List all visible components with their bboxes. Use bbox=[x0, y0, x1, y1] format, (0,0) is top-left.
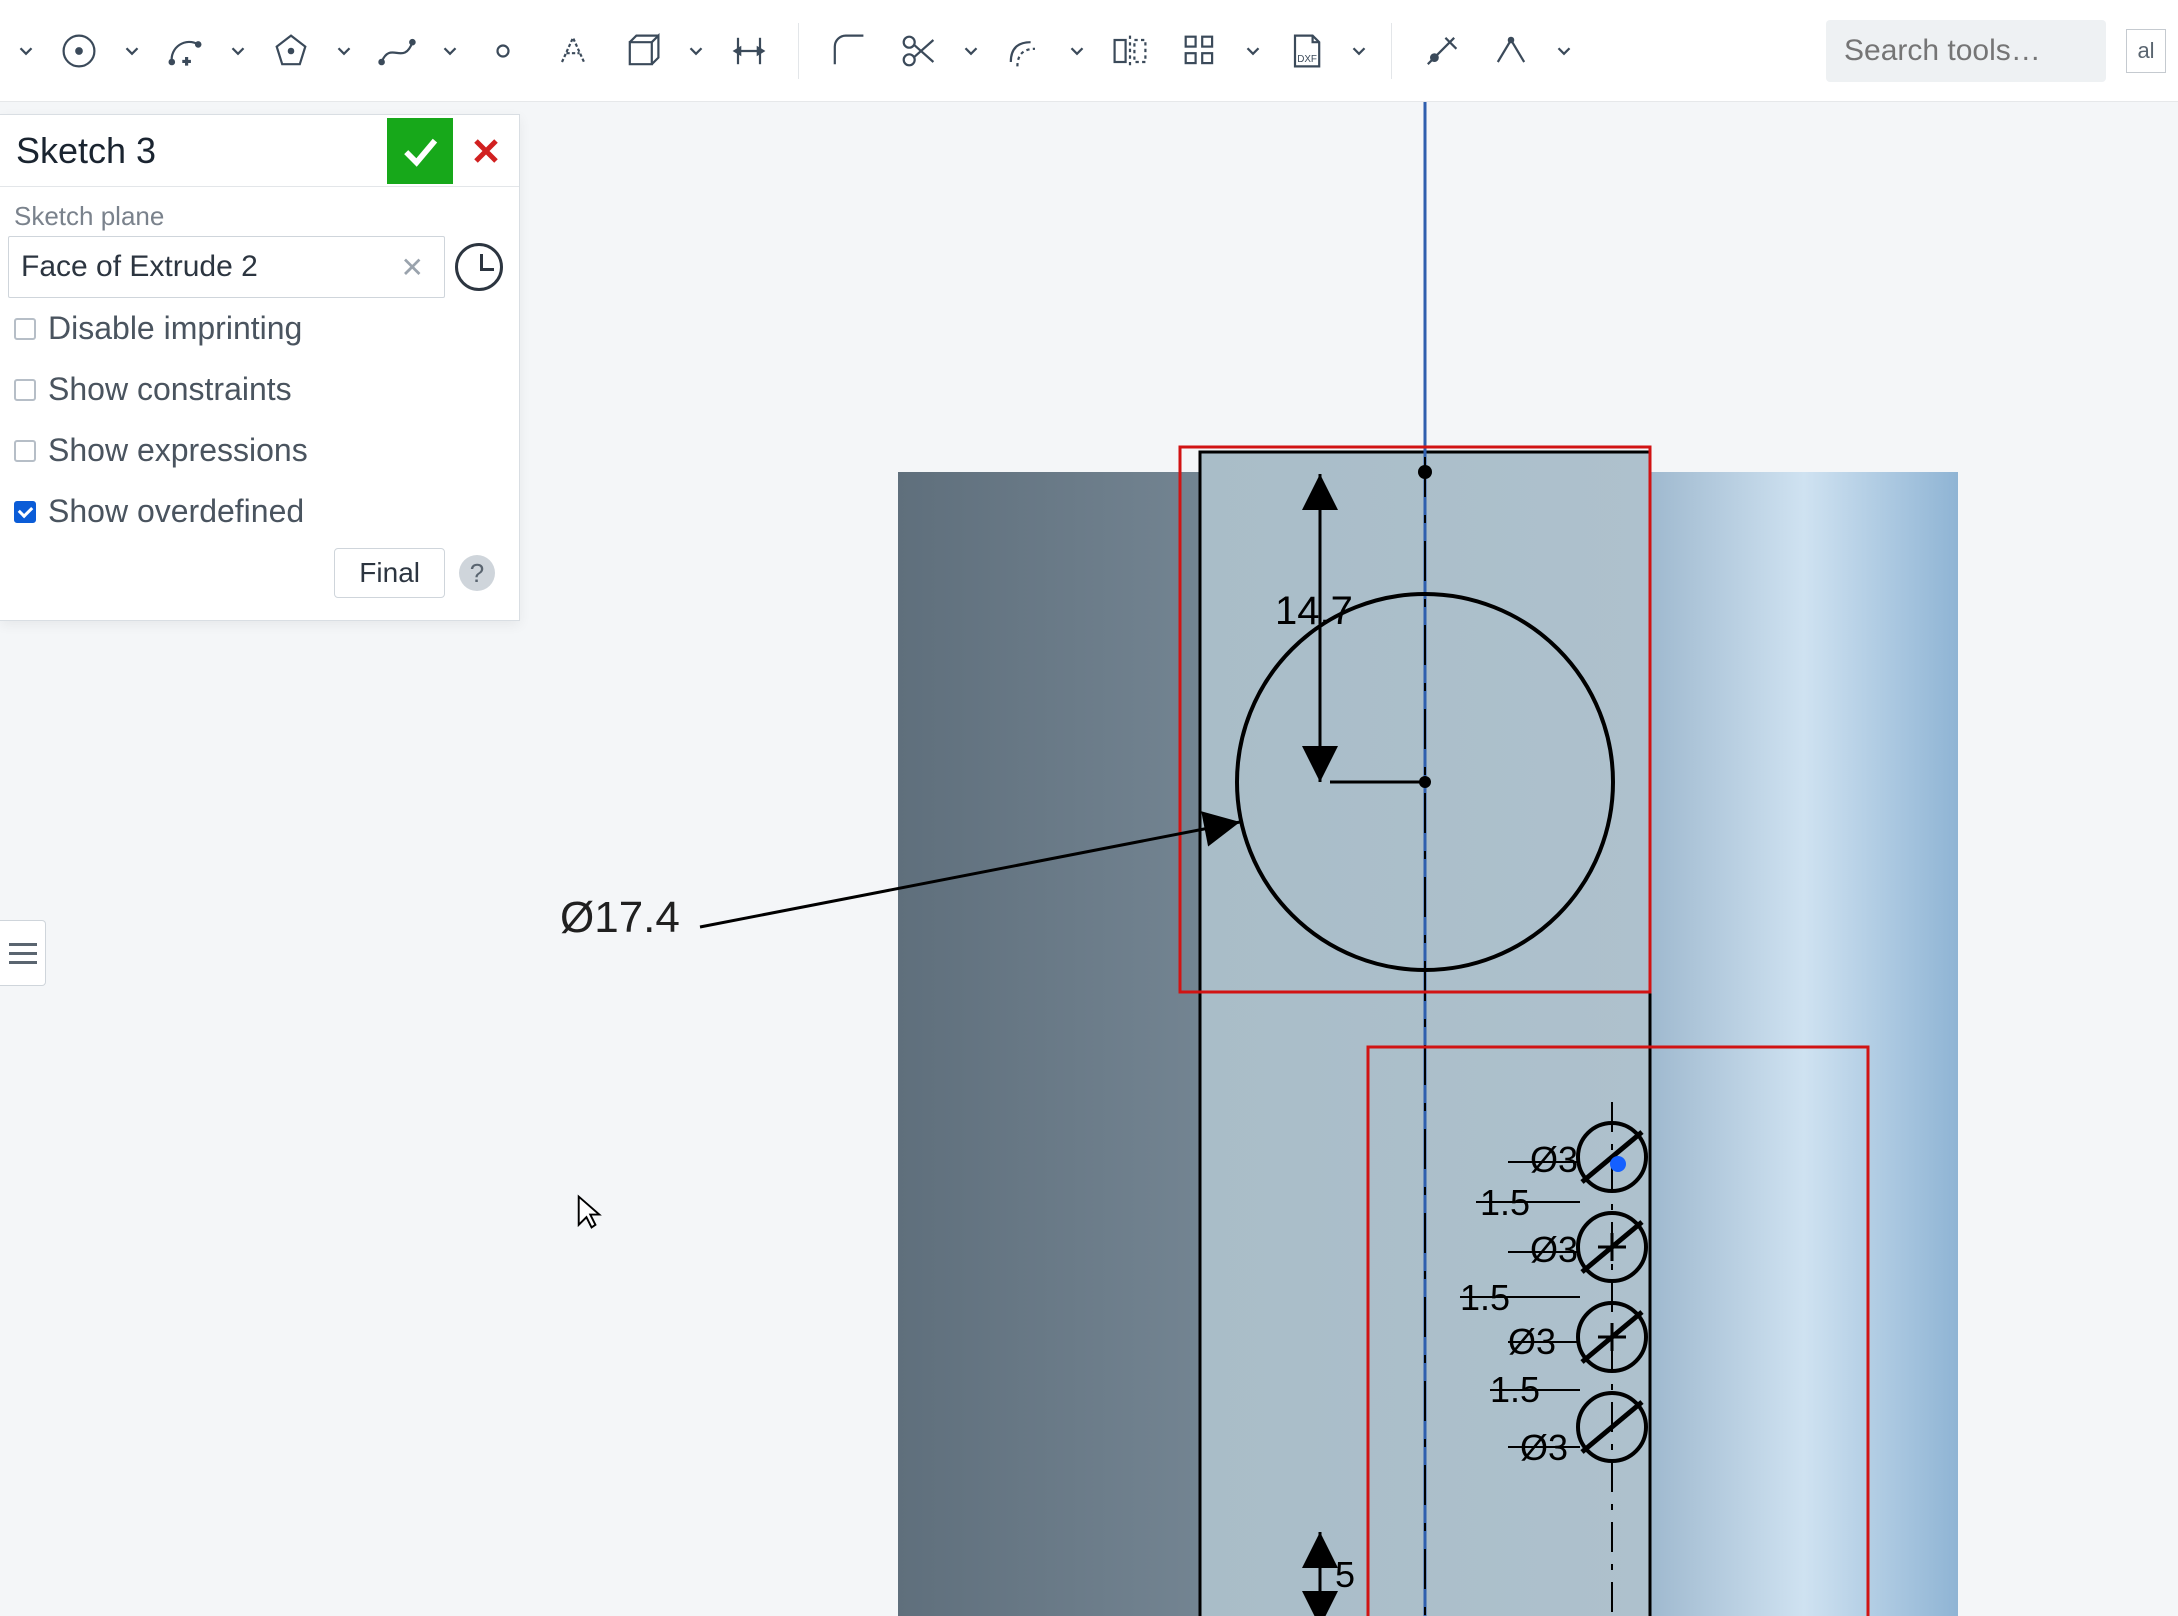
point-tool-icon[interactable] bbox=[472, 20, 534, 82]
spline-tool-dropdown[interactable] bbox=[436, 20, 464, 82]
toolbar-separator bbox=[1391, 23, 1392, 79]
sketch-panel: Sketch 3 Sketch plane Face of Extrude 2 … bbox=[0, 114, 520, 621]
svg-text:1.5: 1.5 bbox=[1480, 1182, 1530, 1223]
polygon-tool-icon[interactable] bbox=[260, 20, 322, 82]
option-show-constraints[interactable]: Show constraints bbox=[8, 359, 503, 420]
pattern-tool-dropdown[interactable] bbox=[1239, 20, 1267, 82]
svg-text:Ø3: Ø3 bbox=[1530, 1229, 1578, 1270]
pattern-tool-icon[interactable] bbox=[1169, 20, 1231, 82]
history-icon[interactable] bbox=[455, 243, 503, 291]
option-show-overdefined[interactable]: Show overdefined bbox=[8, 481, 503, 542]
svg-text:1.5: 1.5 bbox=[1460, 1277, 1510, 1318]
polygon-tool-dropdown[interactable] bbox=[330, 20, 358, 82]
clear-plane-button[interactable]: ✕ bbox=[393, 247, 432, 288]
svg-text:Ø3: Ø3 bbox=[1508, 1321, 1556, 1362]
cancel-button[interactable] bbox=[453, 118, 519, 184]
checkbox-icon[interactable] bbox=[14, 440, 36, 462]
constraint-coincident-icon[interactable] bbox=[1410, 20, 1472, 82]
toolbar-separator bbox=[798, 23, 799, 79]
constraint-perpendicular-icon[interactable] bbox=[1480, 20, 1542, 82]
svg-text:Ø3: Ø3 bbox=[1520, 1427, 1568, 1468]
panel-title: Sketch 3 bbox=[0, 130, 387, 172]
text-tool-icon[interactable] bbox=[542, 20, 604, 82]
confirm-button[interactable] bbox=[387, 118, 453, 184]
svg-text:Ø3: Ø3 bbox=[1530, 1139, 1578, 1180]
arc-tool-dropdown[interactable] bbox=[224, 20, 252, 82]
svg-text:DXF: DXF bbox=[1297, 54, 1317, 65]
toolbar-more-left[interactable] bbox=[12, 20, 40, 82]
checkbox-icon[interactable] bbox=[14, 379, 36, 401]
offset-tool-dropdown[interactable] bbox=[1063, 20, 1091, 82]
option-show-expressions[interactable]: Show expressions bbox=[8, 420, 503, 481]
option-disable-imprinting[interactable]: Disable imprinting bbox=[8, 298, 503, 359]
search-input[interactable] bbox=[1844, 34, 2074, 68]
dxf-export-icon[interactable]: DXF bbox=[1275, 20, 1337, 82]
feature-tree-toggle[interactable] bbox=[0, 920, 46, 986]
dxf-dropdown[interactable] bbox=[1345, 20, 1373, 82]
main-toolbar: + DXF bbox=[0, 0, 2178, 102]
help-icon[interactable]: ? bbox=[459, 555, 495, 591]
mouse-cursor-icon bbox=[575, 1194, 603, 1230]
trim-tool-dropdown[interactable] bbox=[957, 20, 985, 82]
plane-tool-icon[interactable] bbox=[612, 20, 674, 82]
svg-text:1.5: 1.5 bbox=[1490, 1369, 1540, 1410]
search-tools[interactable] bbox=[1826, 20, 2106, 82]
spline-tool-icon[interactable] bbox=[366, 20, 428, 82]
constraint-dropdown[interactable] bbox=[1550, 20, 1578, 82]
svg-text:+: + bbox=[183, 53, 191, 68]
checkbox-icon[interactable] bbox=[14, 501, 36, 523]
plane-tool-dropdown[interactable] bbox=[682, 20, 710, 82]
dim-text: Ø17.4 bbox=[560, 893, 680, 942]
trim-tool-icon[interactable] bbox=[887, 20, 949, 82]
fillet-tool-icon[interactable] bbox=[817, 20, 879, 82]
shortcut-hint: al bbox=[2126, 29, 2166, 73]
mirror-tool-icon[interactable] bbox=[1099, 20, 1161, 82]
sketch-plane-label: Sketch plane bbox=[14, 201, 503, 232]
final-button[interactable]: Final bbox=[334, 548, 445, 598]
sketch-plane-value: Face of Extrude 2 bbox=[21, 250, 258, 284]
dim-text: 14.7 bbox=[1275, 589, 1353, 633]
arc-tool-icon[interactable]: + bbox=[154, 20, 216, 82]
checkbox-icon[interactable] bbox=[14, 318, 36, 340]
sketch-plane-field[interactable]: Face of Extrude 2 ✕ bbox=[8, 236, 445, 298]
circle-tool-icon[interactable] bbox=[48, 20, 110, 82]
offset-tool-icon[interactable] bbox=[993, 20, 1055, 82]
dimension-tool-icon[interactable] bbox=[718, 20, 780, 82]
svg-text:5: 5 bbox=[1335, 1554, 1355, 1595]
circle-tool-dropdown[interactable] bbox=[118, 20, 146, 82]
